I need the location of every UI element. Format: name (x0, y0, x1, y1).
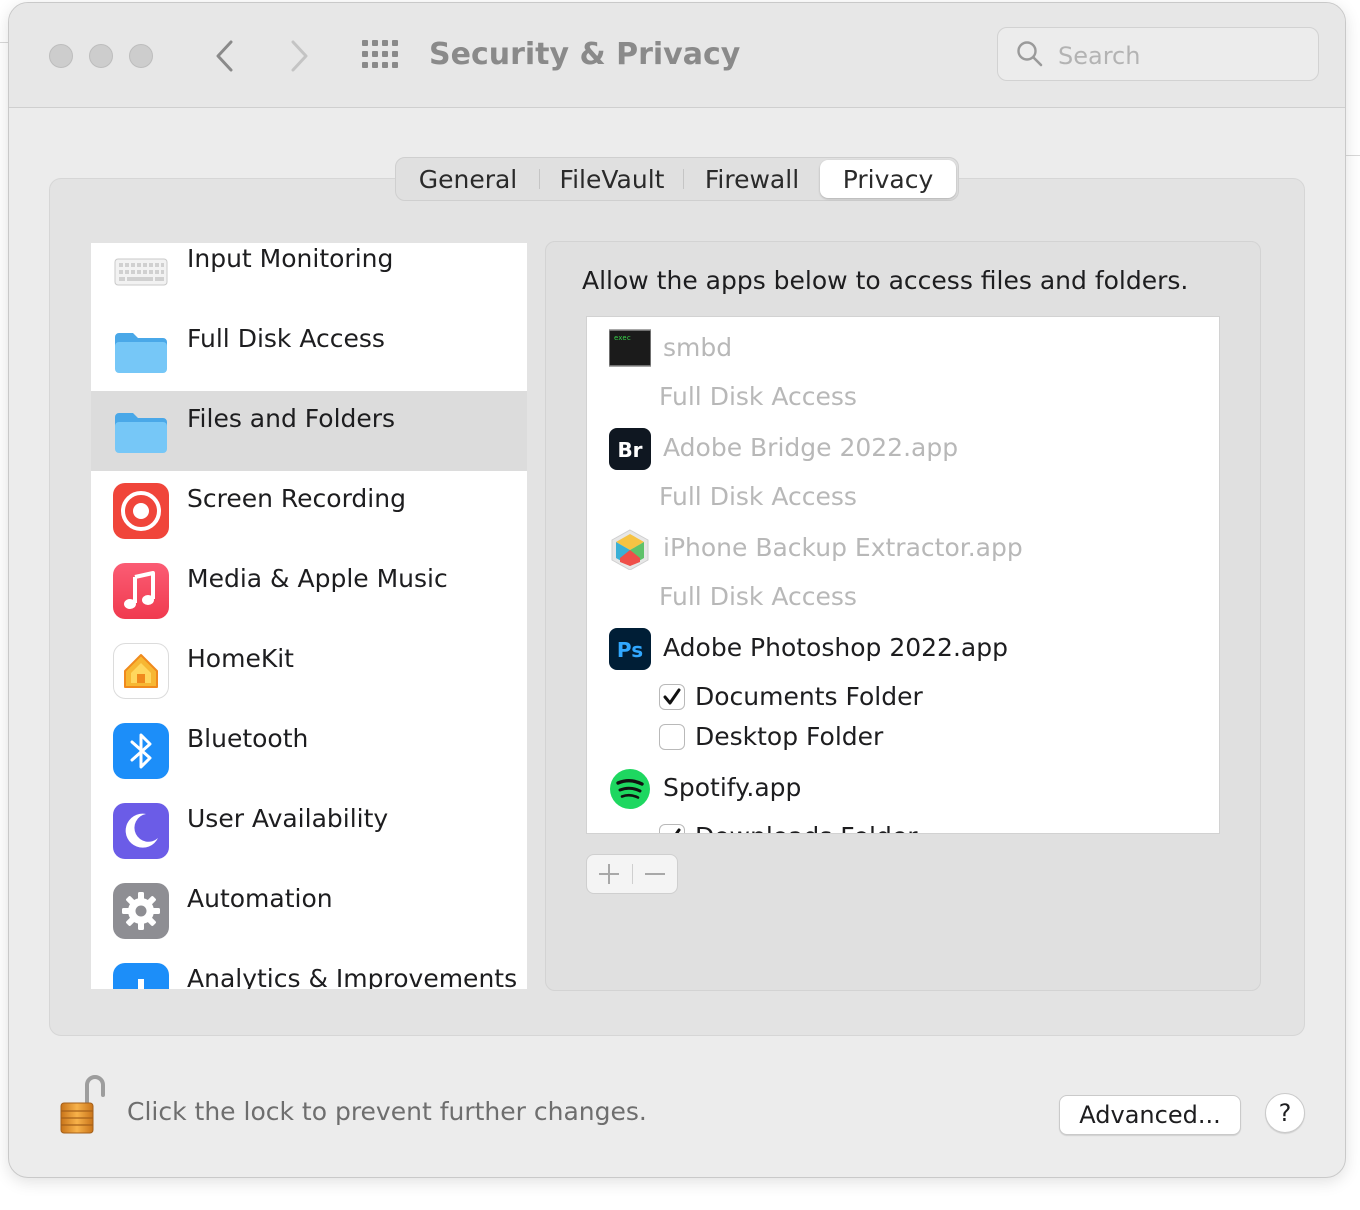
search-icon (1017, 41, 1043, 67)
adobe-bridge-icon: Br (609, 428, 651, 470)
back-button[interactable] (205, 33, 245, 79)
spotify-icon (610, 769, 650, 809)
title-bar: Security & Privacy (9, 3, 1345, 108)
files-and-folders-panel: Allow the apps below to access files and… (545, 241, 1261, 991)
app-name: Adobe Bridge 2022.app (663, 433, 959, 462)
window-title: Security & Privacy (429, 37, 741, 72)
music-note-icon (113, 563, 169, 619)
sidebar-item-full-disk-access[interactable]: Full Disk Access (91, 311, 527, 391)
permission-downloads-folder[interactable]: Downloads Folder (659, 817, 1179, 833)
sidebar-item-bluetooth[interactable]: Bluetooth (91, 711, 527, 791)
checkbox-label: Documents Folder (695, 682, 923, 711)
sidebar-item-label: HomeKit (187, 644, 294, 673)
photoshop-icon-label: Ps (617, 638, 643, 662)
sidebar-item-label: User Availability (187, 804, 389, 833)
checkbox-label: Downloads Folder (695, 817, 918, 833)
permission-note: Full Disk Access (659, 382, 857, 411)
permission-row: Full Disk Access (659, 377, 1179, 417)
close-window-button[interactable] (49, 44, 73, 68)
app-name: Adobe Photoshop 2022.app (663, 633, 1008, 662)
sidebar-item-media-apple-music[interactable]: Media & Apple Music (91, 551, 527, 631)
permission-documents-folder[interactable]: Documents Folder (659, 677, 1179, 717)
advanced-button[interactable]: Advanced... (1059, 1095, 1241, 1135)
add-remove-control (586, 854, 678, 894)
tab-firewall[interactable]: Firewall (684, 160, 820, 198)
analytics-icon (113, 963, 169, 989)
sidebar-item-homekit[interactable]: HomeKit (91, 631, 527, 711)
sidebar-item-label: Input Monitoring (187, 244, 394, 273)
sidebar-item-label: Automation (187, 884, 333, 913)
app-row-smbd[interactable]: exec smbd (587, 323, 1219, 373)
sidebar-item-screen-recording[interactable]: Screen Recording (91, 471, 527, 551)
help-button[interactable]: ? (1265, 1093, 1305, 1133)
sidebar-item-input-monitoring[interactable]: Input Monitoring (91, 243, 527, 311)
show-all-grid-icon[interactable] (361, 39, 399, 69)
tab-filevault[interactable]: FileVault (540, 160, 684, 198)
minimize-window-button[interactable] (89, 44, 113, 68)
app-access-list[interactable]: exec smbd Full Disk Access Br Adobe Brid… (586, 316, 1220, 834)
sidebar-item-label: Full Disk Access (187, 324, 385, 353)
moon-icon (113, 803, 169, 859)
checkbox-label: Desktop Folder (695, 722, 884, 751)
permission-row: Full Disk Access (659, 577, 1179, 617)
keyboard-icon (114, 258, 168, 286)
app-name: iPhone Backup Extractor.app (663, 533, 1023, 562)
sidebar-item-label: Media & Apple Music (187, 564, 448, 593)
tab-bar: General FileVault Firewall Privacy (395, 157, 959, 201)
app-row-spotify[interactable]: Spotify.app (587, 763, 1219, 813)
gear-icon (113, 883, 169, 939)
search-field[interactable] (997, 27, 1319, 81)
sidebar-item-analytics-improvements[interactable]: Analytics & Improvements (91, 951, 527, 989)
privacy-category-list[interactable]: Input Monitoring Full Disk Access Files … (91, 243, 527, 989)
desktop-folder-checkbox[interactable] (659, 724, 685, 750)
folder-icon (115, 333, 167, 373)
app-name: smbd (663, 333, 733, 362)
permission-note: Full Disk Access (659, 482, 857, 511)
add-app-button[interactable] (587, 855, 631, 893)
sidebar-item-label: Files and Folders (187, 404, 396, 433)
sidebar-item-automation[interactable]: Automation (91, 871, 527, 951)
folder-icon (115, 413, 167, 453)
chevron-left-icon (216, 40, 233, 72)
documents-folder-checkbox[interactable] (659, 684, 685, 710)
app-name: Spotify.app (663, 773, 802, 802)
sidebar-item-label: Bluetooth (187, 724, 309, 753)
tab-general[interactable]: General (396, 160, 540, 198)
permission-desktop-folder[interactable]: Desktop Folder (659, 717, 1179, 757)
remove-app-button[interactable] (633, 855, 677, 893)
bluetooth-icon (113, 723, 169, 779)
unlocked-padlock-icon[interactable] (57, 1071, 109, 1137)
search-input[interactable] (1056, 36, 1310, 76)
permission-note: Full Disk Access (659, 582, 857, 611)
lock-status-text: Click the lock to prevent further change… (127, 1097, 647, 1126)
app-row-adobe-bridge[interactable]: Br Adobe Bridge 2022.app (587, 423, 1219, 473)
screen-recording-icon (113, 483, 169, 539)
plus-icon (599, 864, 619, 884)
chevron-right-icon (291, 40, 308, 72)
checkmark-icon (663, 688, 681, 705)
forward-button[interactable] (279, 33, 319, 79)
adobe-photoshop-icon: Ps (609, 628, 651, 670)
checkmark-icon (675, 828, 681, 833)
app-row-iphone-backup-extractor[interactable]: iPhone Backup Extractor.app (587, 523, 1219, 573)
sidebar-item-label: Analytics & Improvements (187, 964, 518, 989)
bridge-icon-label: Br (617, 438, 642, 462)
home-icon (113, 643, 169, 699)
iphone-backup-extractor-icon (611, 529, 649, 570)
terminal-exec-icon: exec (609, 329, 651, 367)
sidebar-item-label: Screen Recording (187, 484, 406, 513)
permission-row: Full Disk Access (659, 477, 1179, 517)
sidebar-item-user-availability[interactable]: User Availability (91, 791, 527, 871)
app-row-adobe-photoshop[interactable]: Ps Adobe Photoshop 2022.app (587, 623, 1219, 673)
preferences-window: Security & Privacy General FileVault Fir… (8, 2, 1346, 1178)
minus-icon (645, 873, 665, 875)
downloads-folder-checkbox[interactable] (659, 824, 685, 833)
zoom-window-button[interactable] (129, 44, 153, 68)
panel-description: Allow the apps below to access files and… (582, 266, 1189, 295)
tab-privacy[interactable]: Privacy (820, 160, 956, 198)
exec-label: exec (614, 334, 631, 342)
sidebar-item-files-and-folders[interactable]: Files and Folders (91, 391, 527, 471)
